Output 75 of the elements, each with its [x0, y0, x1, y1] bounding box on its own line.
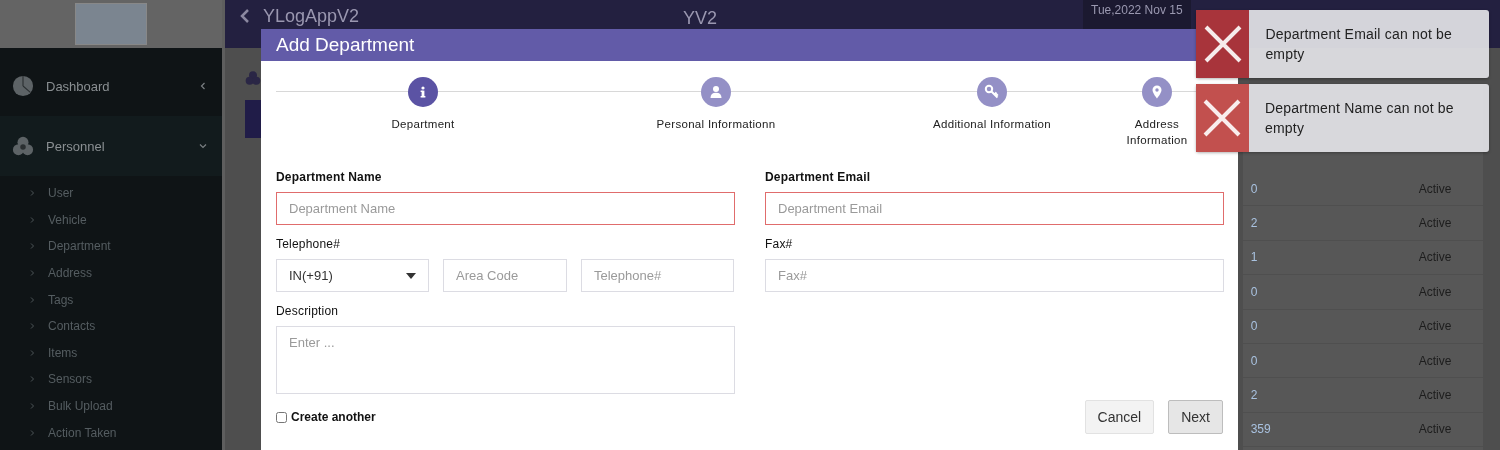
chevron-icon [198, 81, 208, 91]
table-cell-text: Active [1417, 422, 1452, 437]
area-code-field[interactable]: Area Code [443, 259, 567, 292]
fax-field[interactable]: Fax# [765, 259, 1224, 292]
next-button[interactable]: Next [1168, 400, 1223, 434]
step-label: Department [391, 117, 455, 132]
table-cell-text: Active [1417, 250, 1452, 265]
table-cell-text: 0 [1249, 284, 1259, 299]
dialog-title: Add Department [276, 34, 415, 56]
country-code-dropdown[interactable]: IN(+91) [276, 259, 429, 292]
group-icon [245, 70, 261, 86]
table-cell-text: Active [1417, 388, 1452, 403]
table-cell-text: 0 [1249, 319, 1259, 334]
toast-message: Department Name can not be empty [1264, 99, 1455, 138]
screenshot-thumbnail [75, 3, 147, 45]
department-email-field[interactable]: Department Email [765, 192, 1224, 225]
telephone-field[interactable]: Telephone# [581, 259, 734, 292]
department-name-field[interactable]: Department Name [276, 192, 735, 225]
sidebar-item[interactable]: User [0, 180, 222, 207]
cancel-button[interactable]: Cancel [1084, 400, 1155, 434]
sidebar-item[interactable]: Items [0, 339, 222, 367]
sidebar-menu-item[interactable]: Personnel [0, 116, 222, 176]
sidebar-item[interactable]: Department [0, 233, 222, 260]
sidebar-item[interactable]: Sensors [0, 366, 222, 393]
sidebar-item[interactable]: Action Taken [0, 419, 222, 446]
chevron-icon [28, 322, 36, 331]
table-cell-text: Active [1417, 181, 1452, 196]
sidebar-item[interactable]: Contacts [0, 312, 222, 340]
chevron-icon [28, 348, 36, 357]
chevron-icon [28, 215, 36, 224]
group-icon [12, 135, 34, 157]
field-label: Telephone# [276, 237, 342, 253]
table-cell-text: Active [1417, 216, 1452, 231]
chevron-icon [28, 189, 36, 198]
chevron-icon [28, 269, 36, 278]
location-pin-icon[interactable] [1142, 77, 1172, 107]
caret-icon [406, 272, 416, 279]
chevron-icon [28, 375, 36, 384]
checkbox-label: Create another [291, 410, 376, 424]
sidebar-menu-item[interactable]: Dashboard [0, 56, 222, 116]
user-icon[interactable] [701, 77, 731, 107]
table-cell-text: 359 [1249, 422, 1272, 437]
sidebar-item[interactable]: Tags [0, 286, 222, 313]
field-label: Department Email [765, 170, 872, 186]
pie-chart-icon [12, 75, 34, 97]
field-label: Department Name [276, 170, 383, 186]
sidebar-item[interactable]: Address [0, 259, 222, 287]
table-cell-text: 2 [1249, 388, 1259, 403]
chevron-icon [28, 242, 36, 251]
field-label: Description [276, 304, 340, 320]
app-title: YLogAppV2 [263, 6, 361, 26]
back-icon[interactable] [239, 8, 251, 24]
header-title: YV2 [683, 8, 719, 28]
step-label: Additional Information [933, 117, 1051, 132]
chevron-icon [28, 428, 36, 437]
checkbox[interactable] [276, 411, 287, 423]
info-icon[interactable] [408, 77, 438, 107]
table-cell-text: Active [1417, 284, 1452, 299]
step-label: Personal Informationn [656, 117, 776, 132]
table-cell-text: 1 [1249, 250, 1259, 265]
key-icon[interactable] [977, 77, 1007, 107]
sidebar-item[interactable]: Vehicle [0, 206, 222, 234]
table-cell-text: Active [1417, 353, 1452, 368]
toast-message: Department Email can not be empty [1264, 25, 1454, 64]
table-cell-text: 2 [1249, 216, 1259, 231]
chevron-icon [28, 402, 36, 411]
table-cell-text: 0 [1249, 353, 1259, 368]
table-cell-text: 0 [1249, 181, 1259, 196]
field-label: Fax# [765, 237, 794, 253]
table-cell-text: Active [1417, 319, 1452, 334]
sidebar-item[interactable]: Bulk Upload [0, 392, 222, 420]
chevron-icon [28, 295, 36, 304]
chevron-icon [198, 141, 208, 151]
step-label: Address Information [1125, 117, 1189, 148]
description-field[interactable]: Enter ... [276, 326, 735, 394]
